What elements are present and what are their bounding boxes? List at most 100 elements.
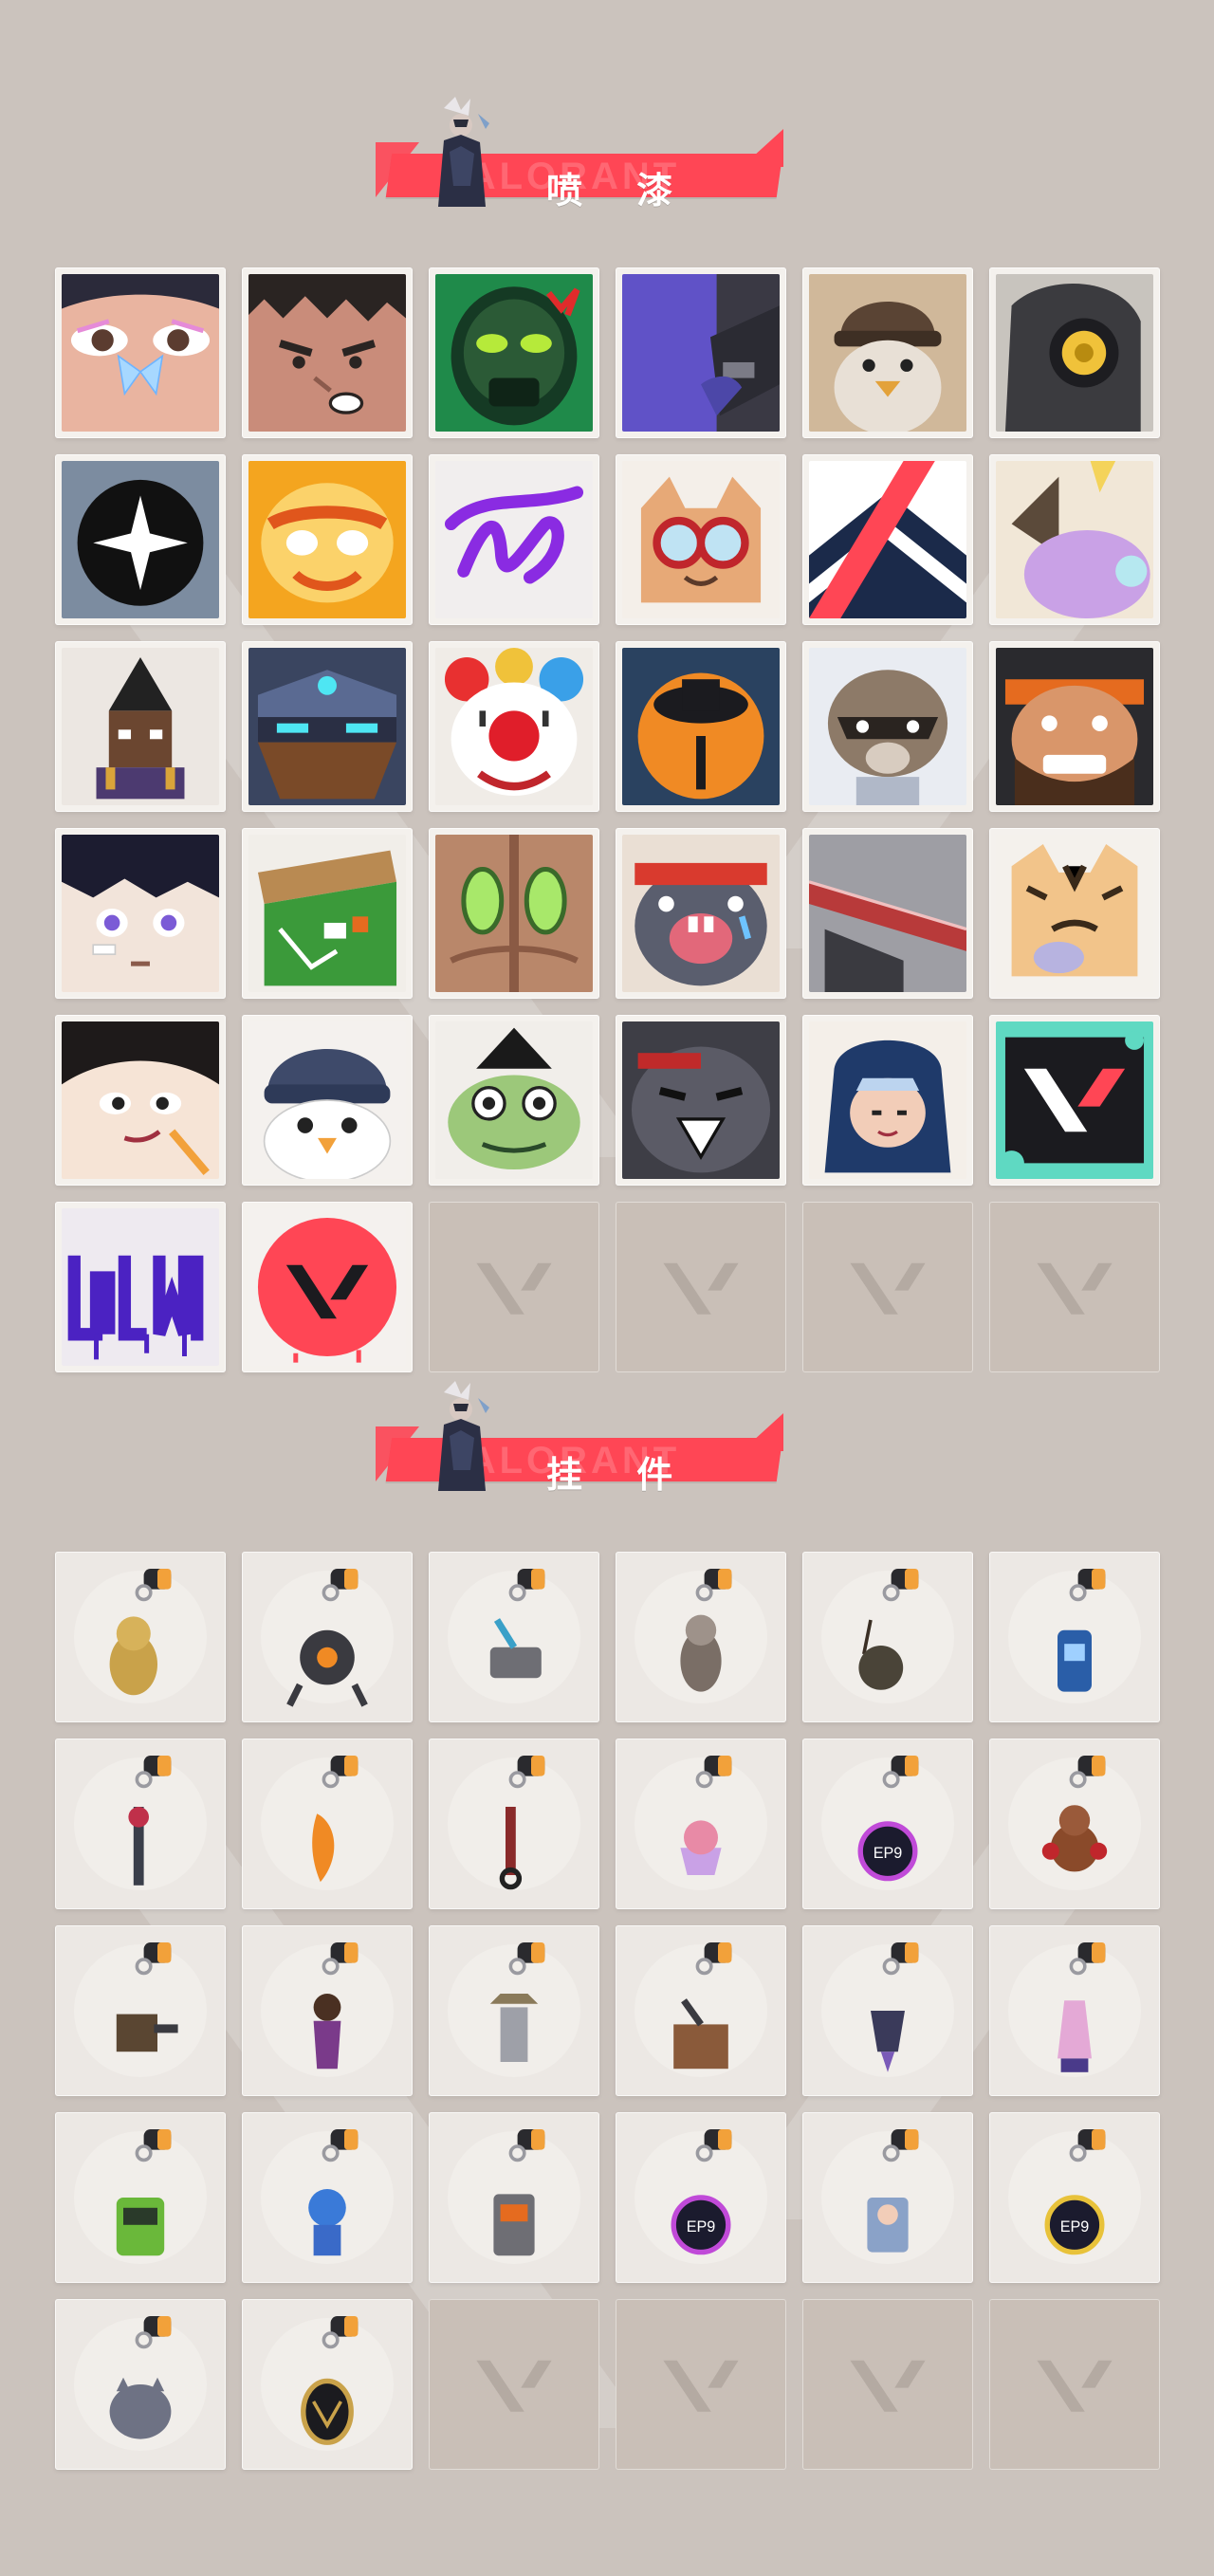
charm-tile[interactable] [616, 1739, 786, 1909]
spray-tile[interactable] [55, 267, 226, 438]
spray-tile[interactable] [802, 267, 973, 438]
armored-cat-charm-icon [680, 1569, 732, 1692]
purple-scribble-spray-icon [435, 461, 593, 618]
charm-tile[interactable]: EP9 [989, 2112, 1160, 2283]
crying-creature-spray-icon [622, 835, 780, 992]
spray-tile[interactable] [802, 454, 973, 625]
spray-tile[interactable] [429, 454, 599, 625]
v-coin-charm-icon [301, 2316, 359, 2445]
grey-cat-spray-icon [622, 1021, 780, 1179]
empty-charm-slot [616, 2299, 786, 2470]
green-mask-spray-icon [435, 274, 593, 432]
radio-charm-icon [493, 2129, 545, 2256]
charm-tile[interactable] [989, 1739, 1160, 1909]
valorant-v-placeholder-icon [476, 1262, 552, 1315]
spray-tile[interactable] [802, 828, 973, 999]
charm-tile[interactable] [802, 1925, 973, 2096]
tiger-mask-spray-icon [248, 461, 406, 618]
spray-tile[interactable] [55, 641, 226, 812]
charm-tile[interactable] [55, 2112, 226, 2283]
hooded-agent-spray-icon [809, 1021, 966, 1179]
goggle-cat-spray-icon [622, 461, 780, 618]
svg-text:EP9: EP9 [874, 1845, 903, 1862]
spray-tile[interactable] [802, 641, 973, 812]
spray-tile[interactable] [429, 641, 599, 812]
spray-tile[interactable] [242, 1202, 413, 1372]
svg-text:EP9: EP9 [1060, 2218, 1090, 2236]
anime-boy-spray-icon [62, 835, 219, 992]
spray-tile[interactable] [989, 267, 1160, 438]
spray-grid [55, 267, 1160, 1372]
charm-tile[interactable] [55, 1739, 226, 1909]
crate-charm-icon [673, 1942, 732, 2070]
teddy-bear-charm-icon [1041, 1756, 1108, 1872]
charm-tile[interactable] [989, 1925, 1160, 2096]
charm-tile[interactable] [429, 1552, 599, 1722]
charm-tile[interactable] [55, 1552, 226, 1722]
spray-tile[interactable] [429, 828, 599, 999]
eye-butterfly-spray-icon [62, 274, 219, 432]
sprays-title: 喷 漆 [546, 170, 694, 212]
spray-tile[interactable] [989, 1015, 1160, 1186]
charm-tile[interactable] [429, 1739, 599, 1909]
robot-eye-spray-icon [996, 274, 1153, 432]
charm-tile[interactable] [616, 1552, 786, 1722]
spray-tile[interactable] [616, 267, 786, 438]
valorant-v-placeholder-icon [476, 2360, 552, 2412]
empty-charm-slot [989, 2299, 1160, 2470]
charm-tile[interactable] [242, 1925, 413, 2096]
spray-tile[interactable] [989, 641, 1160, 812]
spray-tile[interactable] [429, 267, 599, 438]
charm-tile[interactable] [242, 1739, 413, 1909]
robot-girl-charm-icon [867, 2129, 919, 2253]
spray-tile[interactable] [989, 454, 1160, 625]
svg-text:EP9: EP9 [687, 2218, 716, 2236]
charm-tile[interactable] [242, 2112, 413, 2283]
cowboy-robot-charm-icon [489, 1942, 545, 2062]
charm-tile[interactable]: EP9 [802, 1739, 973, 1909]
charm-tile[interactable] [429, 2112, 599, 2283]
sprays-section-header: VALORANT 喷 漆 [376, 97, 821, 218]
astronaut-charm-icon [308, 2129, 359, 2256]
spray-tile[interactable] [55, 828, 226, 999]
spray-tile[interactable] [616, 828, 786, 999]
spray-tile[interactable] [242, 641, 413, 812]
spray-tile[interactable] [802, 1015, 973, 1186]
rope-charm-icon [499, 1756, 545, 1890]
valorant-v-placeholder-icon [850, 2360, 926, 2412]
red-blade-spray-icon [809, 835, 966, 992]
smirk-girl-spray-icon [62, 1021, 219, 1179]
charm-tile[interactable] [429, 1925, 599, 2096]
spray-tile[interactable] [55, 1015, 226, 1186]
canister-charm-icon [1058, 1569, 1106, 1692]
spray-tile[interactable] [429, 1015, 599, 1186]
spray-tile[interactable] [616, 641, 786, 812]
charm-tile[interactable] [55, 1925, 226, 2096]
spray-tile[interactable] [616, 1015, 786, 1186]
charm-tile[interactable] [802, 1552, 973, 1722]
horned-blob-spray-icon [996, 461, 1153, 618]
spray-tile[interactable] [55, 454, 226, 625]
charms-section-header: VALORANT 挂 件 [376, 1381, 821, 1502]
charm-tile[interactable] [802, 2112, 973, 2283]
spray-tile[interactable] [55, 1202, 226, 1372]
charm-tile[interactable] [242, 1552, 413, 1722]
turret-charm-icon [116, 1942, 178, 2052]
armored-face-spray-icon [248, 648, 406, 805]
valorant-v-placeholder-icon [663, 2360, 739, 2412]
bearded-grin-spray-icon [996, 648, 1153, 805]
spray-tile[interactable] [242, 1015, 413, 1186]
spray-tile[interactable] [242, 267, 413, 438]
spray-tile[interactable] [616, 454, 786, 625]
charm-tile[interactable] [616, 1925, 786, 2096]
charm-tile[interactable]: EP9 [616, 2112, 786, 2283]
charm-tile[interactable] [989, 1552, 1160, 1722]
spray-tile[interactable] [242, 828, 413, 999]
spray-tile[interactable] [242, 454, 413, 625]
purple-gun-spray-icon [622, 274, 780, 432]
spray-tile[interactable] [989, 828, 1160, 999]
grey-cat-charm-icon [109, 2316, 172, 2439]
charm-tile[interactable] [55, 2299, 226, 2470]
valorant-v-placeholder-icon [1037, 2360, 1113, 2412]
charm-tile[interactable] [242, 2299, 413, 2470]
